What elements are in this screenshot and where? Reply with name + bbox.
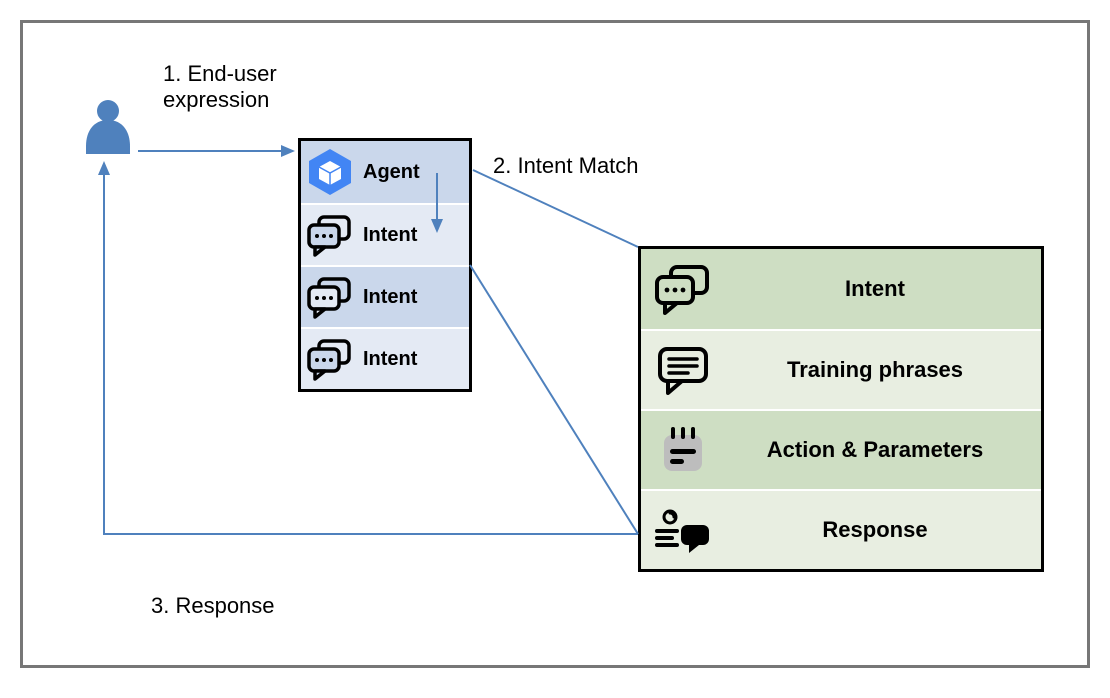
connectors [23, 23, 1087, 665]
diagram-canvas: 1. End-user expression 2. Intent Match 3… [20, 20, 1090, 668]
